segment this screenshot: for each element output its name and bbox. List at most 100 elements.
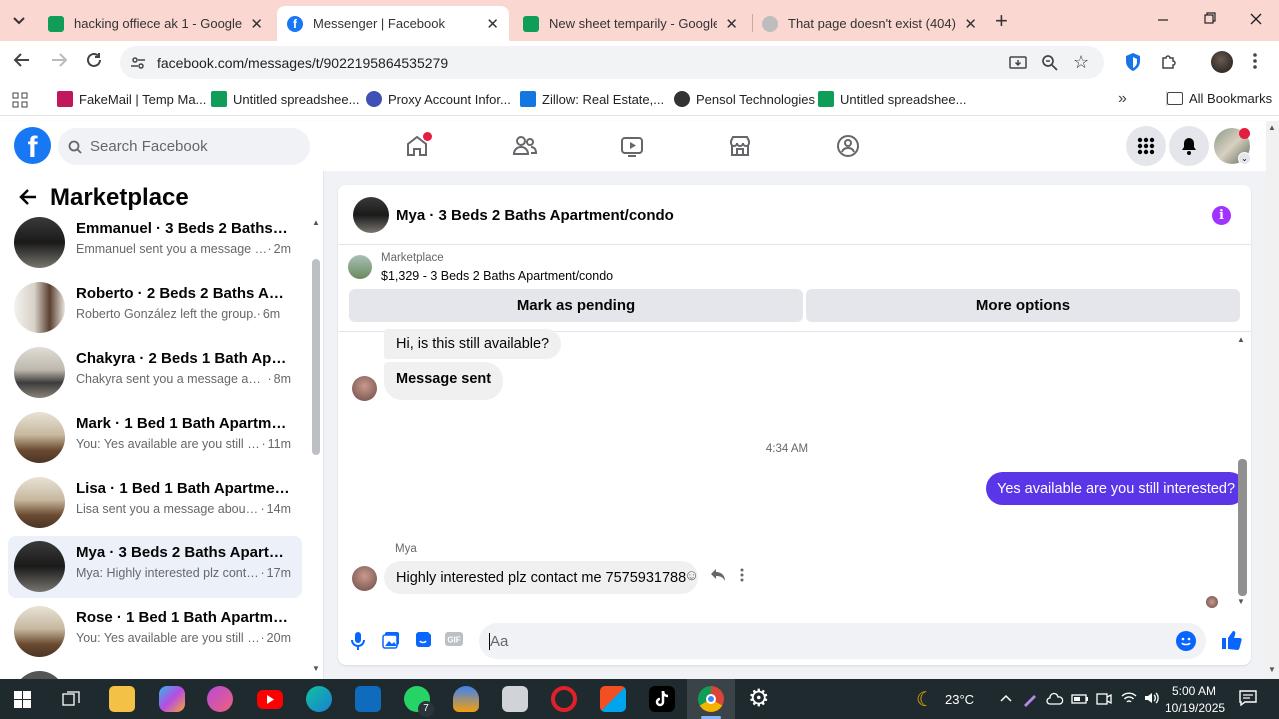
- bookmark-proxy[interactable]: Proxy Account Infor...: [366, 91, 511, 107]
- home-nav-button[interactable]: [403, 132, 432, 160]
- scroll-down-arrow[interactable]: ▼: [1268, 665, 1276, 674]
- close-icon[interactable]: ✕: [725, 15, 738, 33]
- back-button[interactable]: [13, 51, 31, 69]
- bookmark-spreadsheet-2[interactable]: Untitled spreadshee...: [818, 91, 966, 107]
- tiktok-icon[interactable]: [649, 686, 675, 712]
- show-hidden-icons[interactable]: [999, 691, 1013, 705]
- conversation-item[interactable]: Rose · 1 Bed 1 Bath Apartment/c... You: …: [8, 601, 302, 663]
- menu-button[interactable]: [1126, 126, 1166, 166]
- weather-moon-icon[interactable]: ☾: [916, 687, 934, 712]
- volume-icon[interactable]: [1144, 691, 1160, 705]
- listing-thumbnail[interactable]: [348, 255, 372, 279]
- microphone-icon[interactable]: [350, 631, 372, 653]
- browser-menu-icon[interactable]: [1252, 51, 1258, 71]
- chat-title[interactable]: Mya · 3 Beds 2 Baths Apartment/condo: [396, 207, 674, 224]
- edge-icon[interactable]: [306, 686, 332, 712]
- message-input[interactable]: Aa: [479, 623, 1206, 659]
- cloud-icon[interactable]: [1046, 692, 1064, 706]
- meet-now-icon[interactable]: [1096, 692, 1112, 706]
- windows-start-icon[interactable]: [14, 691, 31, 708]
- chrome-icon[interactable]: [698, 686, 724, 712]
- page-scrollbar[interactable]: ▲ ▼: [1266, 121, 1279, 679]
- settings-gear-app-icon[interactable]: [502, 686, 528, 712]
- whatsapp-icon[interactable]: 7: [404, 686, 434, 717]
- tab-sheets-2[interactable]: New sheet temparily - Google S ✕: [513, 6, 748, 41]
- conversation-item[interactable]: [8, 666, 302, 679]
- conversation-item[interactable]: Lisa · 1 Bed 1 Bath Apartment/co... Lisa…: [8, 472, 302, 534]
- conversation-item[interactable]: Chakyra · 2 Beds 1 Bath Apartm... Chakyr…: [8, 342, 302, 404]
- scroll-up-arrow[interactable]: ▲: [1237, 335, 1245, 344]
- install-app-icon[interactable]: [1009, 54, 1027, 72]
- tab-sheets-1[interactable]: hacking offiece ak 1 - Google S ✕: [38, 6, 273, 41]
- chat-avatar[interactable]: [353, 197, 389, 233]
- incoming-message[interactable]: Hi, is this still available?: [384, 329, 562, 359]
- outgoing-message[interactable]: Yes available are you still interested?: [986, 472, 1247, 505]
- close-window-button[interactable]: [1249, 8, 1263, 28]
- chat-scroll-thumb[interactable]: [1238, 459, 1247, 596]
- emoji-icon[interactable]: [1176, 631, 1196, 651]
- extensions-puzzle-icon[interactable]: [1159, 52, 1179, 72]
- store-icon[interactable]: [600, 686, 626, 712]
- more-options-button[interactable]: More options: [806, 289, 1240, 322]
- temperature[interactable]: 23°C: [945, 692, 974, 707]
- tab-search-button[interactable]: [9, 10, 29, 30]
- battery-icon[interactable]: [1071, 692, 1089, 706]
- opera-icon[interactable]: [551, 686, 577, 712]
- forward-button[interactable]: [50, 51, 68, 69]
- incoming-message[interactable]: Highly interested plz contact me 7575931…: [384, 561, 699, 594]
- close-icon[interactable]: ✕: [486, 15, 499, 33]
- task-view-icon[interactable]: [62, 691, 80, 708]
- all-bookmarks-button[interactable]: All Bookmarks: [1166, 91, 1272, 106]
- scroll-down-arrow[interactable]: ▼: [312, 664, 320, 673]
- bookmark-fakemail[interactable]: FakeMail | Temp Ma...: [57, 91, 206, 107]
- close-icon[interactable]: ✕: [964, 15, 977, 33]
- marketplace-nav-button[interactable]: [726, 132, 754, 160]
- tab-messenger[interactable]: f Messenger | Facebook ✕: [277, 6, 509, 41]
- medal-app-icon[interactable]: [453, 686, 479, 712]
- cursor-app-icon[interactable]: [207, 686, 233, 712]
- scroll-up-arrow[interactable]: ▲: [312, 218, 320, 227]
- bookmark-spreadsheet-1[interactable]: Untitled spreadshee...: [211, 91, 359, 107]
- reload-button[interactable]: [85, 51, 103, 69]
- address-bar[interactable]: facebook.com/messages/t/9022195864535279…: [120, 46, 1104, 79]
- sidebar-scroll-thumb[interactable]: [312, 259, 320, 455]
- contact-avatar[interactable]: [352, 376, 377, 401]
- photo-icon[interactable]: [382, 631, 404, 653]
- mark-pending-button[interactable]: Mark as pending: [349, 289, 803, 322]
- facebook-search[interactable]: Search Facebook: [58, 128, 310, 165]
- settings-taskbar-icon[interactable]: ⚙: [748, 686, 770, 712]
- bookmark-pensol[interactable]: Pensol Technologies: [674, 91, 815, 107]
- more-bookmarks-icon[interactable]: »: [1118, 90, 1127, 108]
- wifi-icon[interactable]: [1121, 691, 1137, 705]
- conversation-item[interactable]: Mark · 1 Bed 1 Bath Apartment/... You: Y…: [8, 407, 302, 469]
- scroll-up-arrow[interactable]: ▲: [1268, 123, 1276, 132]
- contact-avatar[interactable]: [352, 566, 377, 591]
- gif-icon[interactable]: GIF: [445, 631, 467, 653]
- info-icon[interactable]: i: [1212, 206, 1231, 225]
- conversation-item[interactable]: Roberto · 2 Beds 2 Baths Apart... Robert…: [8, 277, 302, 339]
- bookmark-zillow[interactable]: Zillow: Real Estate,...: [520, 91, 664, 107]
- minimize-button[interactable]: [1156, 8, 1170, 28]
- reply-icon[interactable]: [710, 568, 726, 582]
- restore-button[interactable]: [1203, 8, 1217, 28]
- more-actions-icon[interactable]: [740, 568, 744, 582]
- close-icon[interactable]: ✕: [250, 15, 263, 33]
- account-avatar[interactable]: ⌄: [1214, 128, 1251, 165]
- profile-avatar[interactable]: [1211, 51, 1233, 73]
- friends-nav-button[interactable]: [511, 132, 539, 160]
- new-tab-button[interactable]: +: [995, 8, 1008, 34]
- youtube-icon[interactable]: [257, 690, 283, 709]
- clock-time[interactable]: 5:00 AM: [1172, 684, 1216, 698]
- listing-title[interactable]: $1,329 - 3 Beds 2 Baths Apartment/condo: [381, 269, 613, 283]
- extension-shield-icon[interactable]: [1124, 52, 1142, 72]
- back-arrow-icon[interactable]: [18, 187, 38, 207]
- sticker-icon[interactable]: [414, 631, 436, 653]
- conversation-item-active[interactable]: Mya · 3 Beds 2 Baths Apartment... Mya: H…: [8, 536, 302, 598]
- react-emoji-icon[interactable]: ☺: [684, 567, 699, 584]
- notifications-button[interactable]: [1169, 126, 1209, 166]
- like-thumbs-up-icon[interactable]: [1220, 629, 1242, 651]
- notification-center-icon[interactable]: [1239, 690, 1257, 706]
- outlook-icon[interactable]: [355, 686, 381, 712]
- zoom-icon[interactable]: [1041, 54, 1059, 72]
- facebook-logo[interactable]: f: [14, 127, 51, 164]
